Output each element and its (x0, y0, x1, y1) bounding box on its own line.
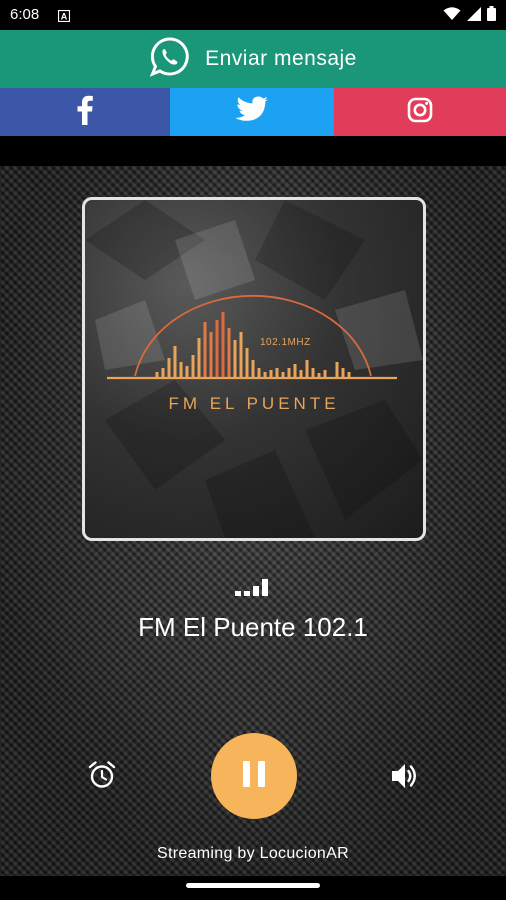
alarm-button[interactable] (87, 760, 117, 790)
logo-frequency: 102.1MHZ (260, 337, 311, 348)
header-divider (0, 136, 506, 166)
pause-button[interactable] (211, 733, 297, 819)
facebook-icon (77, 95, 93, 130)
svg-text:A: A (61, 12, 68, 22)
status-time: 6:08 (10, 6, 40, 23)
station-name: FM El Puente 102.1 (138, 612, 368, 642)
volume-button[interactable] (389, 760, 421, 792)
social-row (0, 88, 506, 136)
signal-strength-icon (235, 578, 271, 601)
whatsapp-send-button[interactable]: Enviar mensaje (0, 30, 506, 88)
whatsapp-label: Enviar mensaje (205, 47, 357, 70)
battery-icon (487, 6, 496, 26)
twitter-icon (235, 96, 269, 129)
station-cover-art: 102.1MHZ FM EL PUENTE (82, 197, 426, 541)
signal-icon (467, 6, 481, 26)
pause-icon (241, 760, 267, 793)
twitter-button[interactable] (170, 88, 334, 136)
instagram-icon (407, 97, 433, 128)
alarm-clock-icon (87, 761, 117, 794)
logo-title: FM EL PUENTE (168, 394, 339, 413)
volume-icon (389, 764, 421, 796)
whatsapp-icon (149, 36, 191, 83)
logo-equalizer (155, 312, 351, 378)
wifi-icon (443, 6, 461, 26)
instagram-button[interactable] (334, 88, 506, 136)
facebook-button[interactable] (0, 88, 170, 136)
streaming-credits: Streaming by LocucionAR (157, 845, 349, 862)
status-bar: 6:08 A (0, 0, 506, 30)
a-box-icon: A (57, 9, 71, 23)
status-icons (443, 6, 496, 26)
home-indicator[interactable] (186, 883, 320, 888)
navigation-bar (0, 876, 506, 900)
